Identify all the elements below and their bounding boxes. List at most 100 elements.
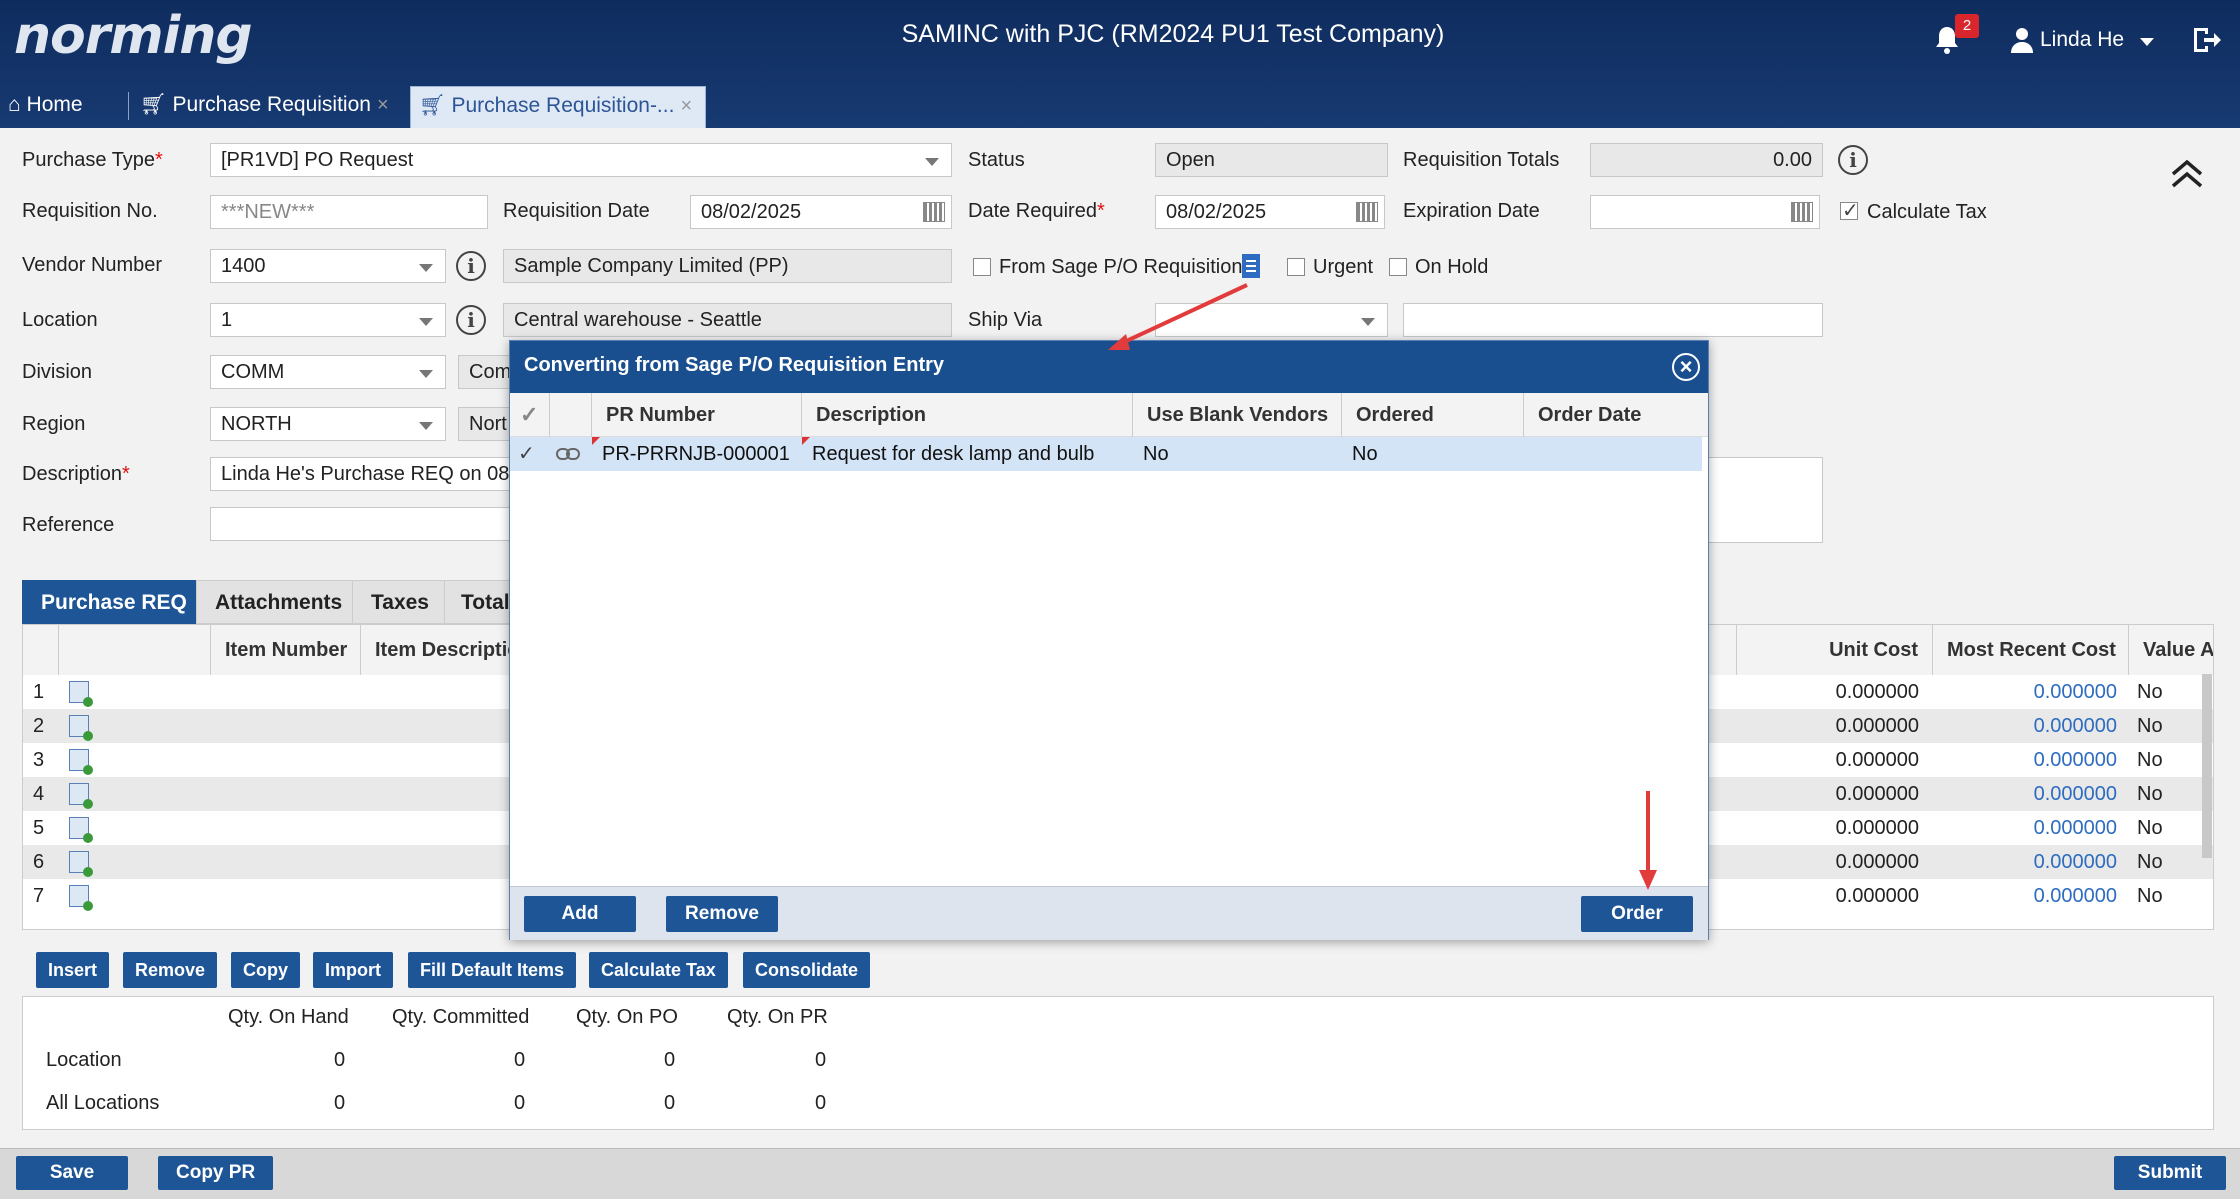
grid-header-unit-cost[interactable]: Unit Cost bbox=[1737, 625, 1933, 675]
purchase-type-select[interactable]: [PR1VD] PO Request bbox=[210, 143, 952, 177]
ship-via-name-field[interactable] bbox=[1403, 303, 1823, 337]
comment-textarea[interactable] bbox=[1700, 457, 1823, 543]
close-icon[interactable]: × bbox=[680, 95, 692, 117]
tab-taxes[interactable]: Taxes bbox=[352, 580, 448, 624]
row-use-blank-vendors[interactable]: No bbox=[1133, 437, 1169, 471]
document-list-icon[interactable] bbox=[1240, 252, 1266, 280]
date-required-input[interactable]: 08/02/2025 bbox=[1155, 195, 1385, 229]
remove-button[interactable]: Remove bbox=[666, 896, 778, 932]
insert-button[interactable]: Insert bbox=[36, 952, 110, 988]
unit-cost-cell[interactable]: 0.000000 bbox=[1737, 777, 1919, 811]
ship-via-select[interactable] bbox=[1155, 303, 1388, 337]
tab-totals[interactable]: Totals bbox=[444, 580, 510, 624]
reference-label: Reference bbox=[22, 514, 115, 536]
on-hold-checkbox[interactable] bbox=[1389, 258, 1407, 276]
unit-cost-cell[interactable]: 0.000000 bbox=[1737, 675, 1919, 709]
dialog-row[interactable]: ✓ PR-PRRNJB-000001 Request for desk lamp… bbox=[510, 437, 1702, 471]
info-icon[interactable]: i bbox=[456, 251, 486, 281]
most-recent-cost-link[interactable]: 0.000000 bbox=[1933, 743, 2117, 777]
most-recent-cost-link[interactable]: 0.000000 bbox=[1933, 675, 2117, 709]
tab-purchase-requisition-active[interactable]: 🛒︎ Purchase Requisition-... × bbox=[410, 86, 706, 128]
on-hold-label: On Hold bbox=[1415, 256, 1489, 278]
unit-cost-cell[interactable]: 0.000000 bbox=[1737, 709, 1919, 743]
add-document-icon[interactable] bbox=[69, 715, 93, 741]
copy-button[interactable]: Copy bbox=[231, 952, 300, 988]
reference-input[interactable] bbox=[210, 507, 520, 541]
close-icon[interactable]: × bbox=[1672, 353, 1700, 381]
value-add-cell[interactable]: No bbox=[2137, 777, 2163, 811]
info-icon[interactable]: i bbox=[456, 305, 486, 335]
add-document-icon[interactable] bbox=[69, 885, 93, 911]
select-all-checkbox[interactable]: ✓ bbox=[510, 393, 550, 437]
submit-button[interactable]: Submit bbox=[2114, 1156, 2226, 1190]
region-select[interactable]: NORTH bbox=[210, 407, 446, 441]
dialog-header-use-blank-vendors[interactable]: Use Blank Vendors bbox=[1133, 393, 1342, 437]
add-document-icon[interactable] bbox=[69, 817, 93, 843]
user-icon[interactable] bbox=[2010, 26, 2034, 54]
close-icon[interactable]: × bbox=[377, 94, 389, 116]
most-recent-cost-link[interactable]: 0.000000 bbox=[1933, 811, 2117, 845]
grid-header-most-recent-cost[interactable]: Most Recent Cost bbox=[1933, 625, 2129, 675]
value-add-cell[interactable]: No bbox=[2137, 709, 2163, 743]
grid-scrollbar[interactable] bbox=[2202, 674, 2212, 858]
chevron-down-icon[interactable] bbox=[2140, 38, 2154, 46]
most-recent-cost-link[interactable]: 0.000000 bbox=[1933, 845, 2117, 879]
unit-cost-cell[interactable]: 0.000000 bbox=[1737, 879, 1919, 913]
expiration-date-input[interactable] bbox=[1590, 195, 1820, 229]
unit-cost-cell[interactable]: 0.000000 bbox=[1737, 743, 1919, 777]
value-add-cell[interactable]: No bbox=[2137, 675, 2163, 709]
collapse-up-icon[interactable] bbox=[2170, 156, 2204, 190]
row-number: 4 bbox=[33, 783, 45, 805]
row-checkbox[interactable]: ✓ bbox=[510, 437, 550, 471]
fill-default-items-button[interactable]: Fill Default Items bbox=[408, 952, 577, 988]
tab-home[interactable]: ⌂ Home bbox=[8, 86, 83, 128]
order-button[interactable]: Order bbox=[1581, 896, 1693, 932]
most-recent-cost-link[interactable]: 0.000000 bbox=[1933, 709, 2117, 743]
copy-pr-button[interactable]: Copy PR bbox=[158, 1156, 274, 1190]
most-recent-cost-link[interactable]: 0.000000 bbox=[1933, 777, 2117, 811]
save-button[interactable]: Save bbox=[16, 1156, 128, 1190]
add-document-icon[interactable] bbox=[69, 783, 93, 809]
unit-cost-cell[interactable]: 0.000000 bbox=[1737, 845, 1919, 879]
dialog-header-description[interactable]: Description bbox=[802, 393, 1133, 437]
logout-icon[interactable] bbox=[2190, 24, 2222, 56]
dialog-header-pr-number[interactable]: PR Number bbox=[592, 393, 802, 437]
tab-purchase-requisition[interactable]: 🛒︎ Purchase Requisition × bbox=[140, 86, 389, 128]
urgent-checkbox[interactable] bbox=[1287, 258, 1305, 276]
requisition-date-input[interactable]: 08/02/2025 bbox=[690, 195, 952, 229]
calendar-icon[interactable] bbox=[1791, 202, 1813, 222]
dialog-header-ordered[interactable]: Ordered bbox=[1342, 393, 1524, 437]
remove-button[interactable]: Remove bbox=[123, 952, 218, 988]
value-add-cell[interactable]: No bbox=[2137, 879, 2163, 913]
tab-purchase-req[interactable]: Purchase REQ bbox=[22, 580, 206, 624]
most-recent-cost-link[interactable]: 0.000000 bbox=[1933, 879, 2117, 913]
grid-header-value-add[interactable]: Value Add bbox=[2129, 625, 2213, 675]
user-menu[interactable]: Linda He bbox=[2040, 28, 2124, 52]
grid-header-item-number[interactable]: Item Number bbox=[211, 625, 361, 675]
add-document-icon[interactable] bbox=[69, 681, 93, 707]
calendar-icon[interactable] bbox=[923, 202, 945, 222]
value-add-cell[interactable]: No bbox=[2137, 845, 2163, 879]
requisition-no-input[interactable]: ***NEW*** bbox=[210, 195, 488, 229]
add-document-icon[interactable] bbox=[69, 749, 93, 775]
tab-attachments[interactable]: Attachments bbox=[196, 580, 362, 624]
dialog-header-order-date[interactable]: Order Date bbox=[1524, 393, 1708, 437]
calendar-icon[interactable] bbox=[1356, 202, 1378, 222]
import-button[interactable]: Import bbox=[313, 952, 393, 988]
division-select[interactable]: COMM bbox=[210, 355, 446, 389]
location-select[interactable]: 1 bbox=[210, 303, 446, 337]
description-input[interactable]: Linda He's Purchase REQ on 08/0 bbox=[210, 457, 520, 491]
row-description[interactable]: Request for desk lamp and bulb bbox=[802, 437, 1094, 471]
calculate-tax-button[interactable]: Calculate Tax bbox=[589, 952, 728, 988]
vendor-number-select[interactable]: 1400 bbox=[210, 249, 446, 283]
add-button[interactable]: Add bbox=[524, 896, 636, 932]
value-add-cell[interactable]: No bbox=[2137, 811, 2163, 845]
unit-cost-cell[interactable]: 0.000000 bbox=[1737, 811, 1919, 845]
link-icon[interactable] bbox=[556, 447, 580, 461]
consolidate-button[interactable]: Consolidate bbox=[743, 952, 871, 988]
add-document-icon[interactable] bbox=[69, 851, 93, 877]
calculate-tax-checkbox[interactable] bbox=[1840, 198, 1859, 223]
info-icon[interactable]: i bbox=[1838, 145, 1868, 175]
value-add-cell[interactable]: No bbox=[2137, 743, 2163, 777]
from-sage-checkbox[interactable] bbox=[973, 258, 991, 276]
